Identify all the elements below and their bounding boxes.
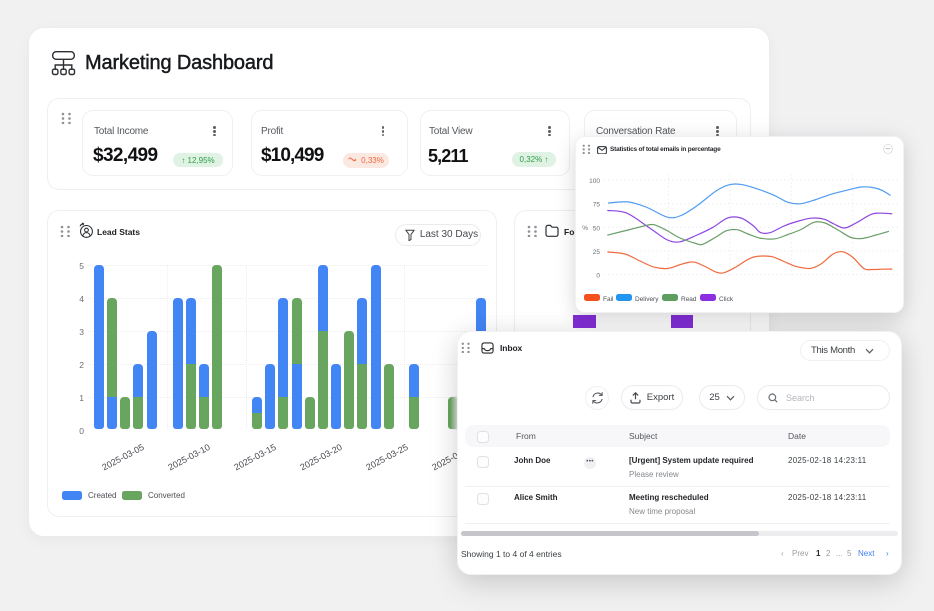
svg-text:Fail: Fail: [603, 296, 614, 303]
svg-text:Delivery: Delivery: [635, 296, 659, 303]
svg-text:%: %: [582, 225, 588, 232]
svg-text:Read: Read: [681, 296, 697, 303]
svg-text:100: 100: [589, 178, 600, 185]
svg-text:75: 75: [593, 202, 601, 209]
svg-text:50: 50: [593, 225, 601, 232]
svg-text:25: 25: [593, 249, 601, 256]
svg-text:Click: Click: [719, 296, 734, 303]
svg-text:0: 0: [596, 273, 600, 280]
